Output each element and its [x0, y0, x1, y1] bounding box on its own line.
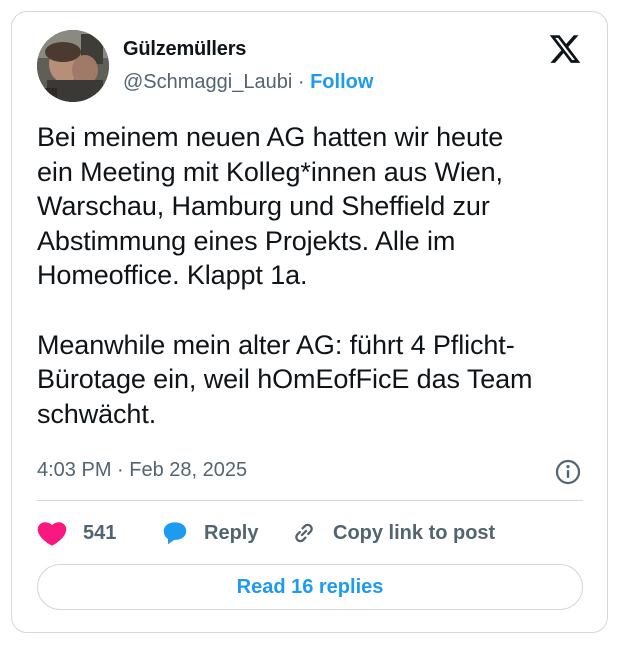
post-time: 4:03 PM [37, 459, 112, 481]
copy-link-label: Copy link to post [333, 521, 496, 544]
reply-bubble-icon [160, 518, 190, 548]
like-button[interactable]: 541 [37, 515, 116, 551]
follow-button[interactable]: Follow [310, 71, 373, 93]
post-text: Bei meinem neuen AG hatten wir heute ein… [37, 122, 533, 429]
meta-separator: · [117, 459, 124, 481]
post-date: Feb 28, 2025 [129, 459, 248, 481]
like-count: 541 [83, 521, 117, 544]
reply-button[interactable]: Reply [160, 515, 258, 551]
tweet-card: Gülzemüllers @Schmaggi_Laubi · Follow Be… [11, 11, 608, 633]
avatar-photo [37, 30, 109, 102]
info-icon[interactable] [554, 458, 582, 486]
avatar[interactable] [37, 30, 109, 102]
post-timestamp[interactable]: 4:03 PM · Feb 28, 2025 [37, 459, 247, 482]
divider [37, 500, 583, 501]
author-handle-row: @Schmaggi_Laubi · Follow [123, 71, 373, 94]
author-handle[interactable]: @Schmaggi_Laubi [123, 71, 292, 93]
copy-link-button[interactable]: Copy link to post [290, 515, 495, 551]
x-logo-icon[interactable] [548, 32, 582, 66]
link-icon [290, 519, 318, 547]
heart-icon [37, 519, 67, 547]
reply-label: Reply [204, 521, 259, 544]
handle-separator: · [297, 71, 305, 93]
read-replies-button[interactable]: Read 16 replies [37, 564, 583, 610]
author-display-name[interactable]: Gülzemüllers [123, 38, 246, 61]
